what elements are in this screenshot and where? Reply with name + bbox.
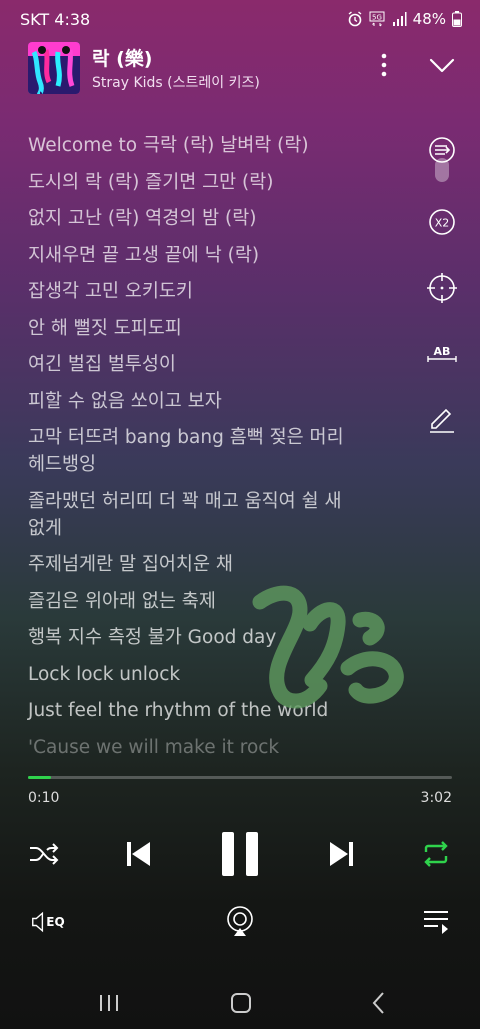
lyric-line[interactable]: 헤드뱅잉 (28, 451, 408, 478)
previous-track-icon[interactable] (122, 838, 154, 870)
eq-label: EQ (46, 915, 65, 929)
crosshair-icon[interactable] (424, 270, 460, 306)
song-title: 락 (樂) (92, 48, 153, 70)
status-bar: SKT 4:38 5G 48% (0, 0, 480, 40)
battery-icon (452, 11, 462, 27)
speed-label: X2 (435, 217, 450, 230)
progress-bar[interactable] (28, 776, 452, 779)
edit-lyrics-icon[interactable] (424, 400, 460, 436)
handwritten-watermark (252, 585, 404, 709)
lyric-line[interactable]: 잡생각 고민 오키도키 (28, 278, 408, 305)
lyric-line[interactable]: Welcome to 극락 (락) 날벼락 (락) (28, 132, 408, 159)
carrier-time: SKT 4:38 (20, 10, 91, 29)
lyric-line[interactable]: 없지 고난 (락) 역경의 밤 (락) (28, 205, 408, 232)
equalizer-button[interactable]: EQ (28, 906, 68, 938)
5g-icon: 5G (369, 11, 385, 27)
repeat-icon[interactable] (420, 840, 452, 868)
system-nav-bar (0, 980, 480, 1029)
translate-label: AB (434, 345, 451, 358)
speed-x2-button[interactable]: X2 (424, 204, 460, 240)
progress-fill (28, 776, 52, 779)
lyric-line[interactable]: 안 해 뻘짓 도피도피 (28, 315, 408, 342)
lyric-line[interactable]: 여긴 벌집 벌투성이 (28, 351, 408, 378)
shuffle-icon[interactable] (28, 840, 60, 868)
album-art-image (28, 42, 80, 94)
total-time: 3:02 (420, 790, 452, 806)
playback-controls (0, 826, 480, 882)
battery-percent: 48% (412, 10, 446, 28)
next-track-icon[interactable] (326, 838, 358, 870)
more-options-icon[interactable] (374, 50, 394, 80)
status-icons: 5G 48% (347, 10, 462, 28)
translate-button[interactable]: AB (424, 336, 460, 372)
speaker-icon (32, 911, 44, 933)
lyric-line[interactable]: 주제넘게란 말 집어치운 채 (28, 551, 408, 578)
song-artist[interactable]: Stray Kids (스트레이 키즈) (92, 72, 260, 92)
lyric-line[interactable]: 졸라맸던 허리띠 더 꽉 매고 움직여 쉴 새 (28, 488, 408, 515)
chevron-down-icon[interactable] (426, 52, 458, 78)
lyric-line[interactable]: 'Cause we will make it rock (28, 734, 408, 761)
home-icon[interactable] (228, 990, 254, 1016)
current-time: 0:10 (28, 790, 60, 806)
alarm-icon (348, 11, 362, 27)
scroll-indicator[interactable] (435, 158, 449, 182)
lyric-line[interactable]: 없게 (28, 515, 408, 542)
bottom-toolbar: EQ (0, 900, 480, 944)
cast-audio-icon[interactable] (224, 904, 256, 938)
lyric-line[interactable]: 지새우면 끝 고생 끝에 낙 (락) (28, 242, 408, 269)
playlist-icon[interactable] (420, 908, 452, 936)
recent-apps-icon[interactable] (96, 990, 122, 1016)
translate-icon: AB (427, 345, 457, 362)
album-art[interactable] (28, 42, 80, 94)
player-header: 락 (樂) Stray Kids (스트레이 키즈) (28, 42, 458, 98)
signal-icon (392, 12, 407, 26)
pause-icon[interactable] (218, 828, 262, 880)
back-icon[interactable] (366, 990, 392, 1016)
lyric-line[interactable]: 고막 터뜨려 bang bang 흠뻑 젖은 머리 (28, 424, 408, 451)
speed-icon: X2 (429, 209, 455, 235)
lyric-line[interactable]: 피할 수 없음 쏘이고 보자 (28, 388, 408, 415)
svg-text:5G: 5G (372, 14, 382, 22)
lyric-line[interactable]: 도시의 락 (락) 즐기면 그만 (락) (28, 169, 408, 196)
